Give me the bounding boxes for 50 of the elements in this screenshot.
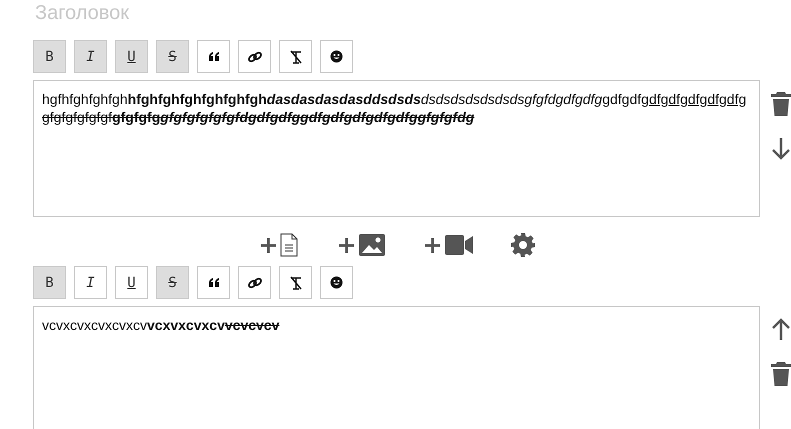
add-text-button[interactable]: + (258, 231, 298, 259)
formatted-text: dsdsdsdsdsdsdsgfgfdgdfgdfg (420, 91, 602, 107)
formatted-text: gfgfgfgfgfgfdgdfgdfggdfgdfgdfgdfgdfggfgfgfdg (160, 109, 474, 125)
settings-button[interactable] (510, 231, 535, 259)
formatted-text: gfgfgfgfgfgf (42, 109, 112, 125)
quote-button[interactable] (197, 40, 230, 73)
quote-icon (208, 52, 220, 62)
add-image-button[interactable]: + (336, 231, 385, 259)
formatted-text: vcxvxcvxcv (147, 317, 225, 333)
link-icon (246, 50, 262, 64)
formatted-text: vcvcvcv (224, 317, 280, 333)
quote-icon (208, 278, 220, 288)
formatted-text: hfghfghfghfghfghfgh (128, 91, 267, 107)
smiley-icon (330, 276, 343, 289)
video-camera-icon (444, 235, 473, 255)
link-button[interactable] (238, 266, 271, 299)
link-icon (246, 276, 262, 290)
arrow-down-icon[interactable] (771, 138, 791, 160)
text-editor[interactable]: hgfhfghfghfghhfghfghfghfghfghfghdasdasdasdasddsdsdsdsdsdsdsdsdsdsgfgfdgdfgdfggdfgdfgdfgdfgdfgdfgdfg gfgfgfgfgfgfgfgfgfggfgfgfgfgfgfdgdfgdfggdfgdfgdfgdfgdfggfgfgfdg (33, 80, 760, 217)
formatted-text: hgfhfghfghfgh (42, 91, 128, 107)
link-button[interactable] (238, 40, 271, 73)
underline-button[interactable]: U (115, 266, 148, 299)
formatted-text: dasdasdasdasddsdsds (266, 91, 421, 107)
clear-format-button[interactable] (279, 40, 312, 73)
formatted-text: vcvxcvxcvxcvxcv (42, 317, 147, 333)
underline-button[interactable]: U (115, 40, 148, 73)
emoji-button[interactable] (320, 266, 353, 299)
bold-button[interactable]: B (33, 40, 66, 73)
strikethrough-button[interactable]: S (156, 40, 189, 73)
clear-format-icon (288, 276, 302, 290)
emoji-button[interactable] (320, 40, 353, 73)
italic-button[interactable]: I (74, 266, 107, 299)
gear-icon (510, 233, 535, 257)
clear-format-button[interactable] (279, 266, 312, 299)
italic-button[interactable]: I (74, 40, 107, 73)
formatted-text: gfgfgfg (112, 109, 160, 125)
smiley-icon (330, 50, 343, 63)
delete-icon[interactable] (771, 362, 791, 386)
image-icon (358, 234, 385, 256)
delete-icon[interactable] (771, 92, 791, 116)
arrow-up-icon[interactable] (771, 318, 791, 340)
strikethrough-button[interactable]: S (156, 266, 189, 299)
quote-button[interactable] (197, 266, 230, 299)
bold-button[interactable]: B (33, 266, 66, 299)
clear-format-icon (288, 50, 302, 64)
formatted-text: gdfgdfg (602, 91, 649, 107)
document-icon (280, 233, 298, 257)
add-video-button[interactable]: + (422, 231, 473, 259)
text-editor[interactable]: vcvxcvxcvxcvxcvvcxvxcvxcvvcvcvcv (33, 306, 760, 429)
formatted-text: dfgdfgdfgdfgdfg (648, 91, 746, 107)
